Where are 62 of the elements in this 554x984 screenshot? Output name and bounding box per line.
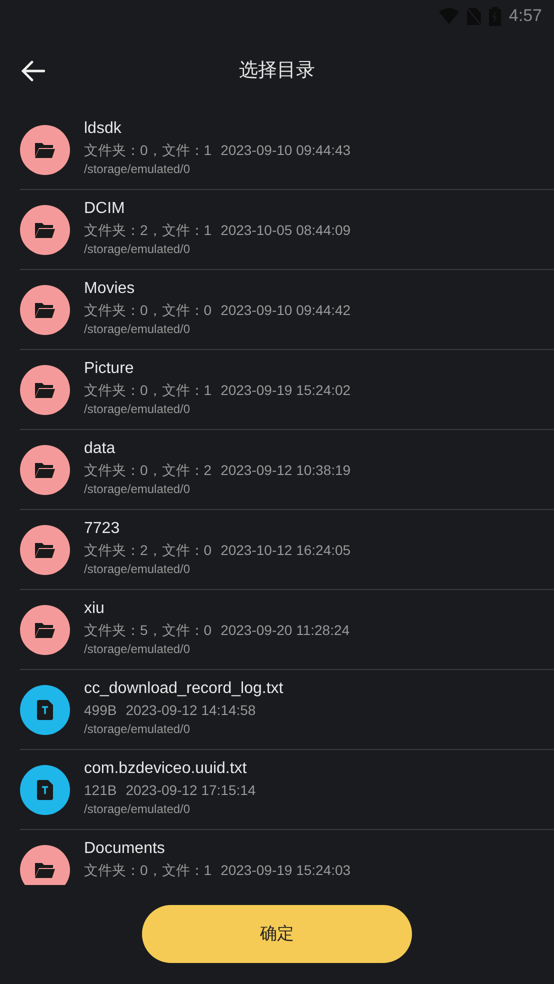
- item-info: 499B: [84, 701, 117, 720]
- item-info: 文件夹：0，文件：1: [84, 141, 212, 160]
- item-info: 121B: [84, 781, 117, 800]
- directory-item[interactable]: Documents 文件夹：0，文件：1 2023-09-19 15:24:03: [0, 830, 554, 885]
- directory-item[interactable]: Movies 文件夹：0，文件：0 2023-09-10 09:44:42 /storage/emulated/0: [0, 270, 554, 350]
- item-info: 文件夹：0，文件：1: [84, 381, 212, 400]
- directory-item[interactable]: Picture 文件夹：0，文件：1 2023-09-19 15:24:02 /storage/emulated/0: [0, 350, 554, 430]
- item-date: 2023-09-19 15:24:02: [220, 381, 351, 400]
- item-name: cc_download_record_log.txt: [84, 679, 284, 699]
- item-date: 2023-09-12 10:38:19: [220, 461, 351, 480]
- page-title: 选择目录: [239, 58, 315, 83]
- folder-icon: [20, 285, 70, 335]
- folder-icon: [20, 845, 70, 885]
- item-path: /storage/emulated/0: [84, 561, 192, 577]
- item-name: data: [84, 439, 116, 459]
- item-info: 文件夹：2，文件：0: [84, 541, 212, 560]
- directory-item[interactable]: com.bzdeviceo.uuid.txt 121B 2023-09-12 17:15:14 /storage/emulated/0: [0, 750, 554, 830]
- confirm-button[interactable]: 确定: [142, 905, 412, 963]
- item-name: Movies: [84, 279, 136, 299]
- status-time: 4:57: [508, 5, 542, 28]
- item-name: 7723: [84, 519, 121, 539]
- text-file-icon: [20, 765, 70, 815]
- item-path: /storage/emulated/0: [84, 161, 192, 177]
- item-path: /storage/emulated/0: [84, 481, 192, 497]
- directory-item[interactable]: xiu 文件夹：5，文件：0 2023-09-20 11:28:24 /storage/emulated/0: [0, 590, 554, 670]
- item-date: 2023-09-19 15:24:03: [220, 861, 351, 880]
- text-file-icon: [20, 685, 70, 735]
- item-name: xiu: [84, 599, 106, 619]
- item-name: Picture: [84, 359, 135, 379]
- item-path: /storage/emulated/0: [84, 321, 192, 337]
- item-path: /storage/emulated/0: [84, 641, 192, 657]
- item-info: 文件夹：2，文件：1: [84, 221, 212, 240]
- item-path: /storage/emulated/0: [84, 721, 192, 737]
- item-name: ldsdk: [84, 119, 122, 139]
- item-date: 2023-10-05 08:44:09: [220, 221, 351, 240]
- folder-icon: [20, 205, 70, 255]
- item-date: 2023-09-10 09:44:43: [220, 141, 351, 160]
- item-date: 2023-09-20 11:28:24: [220, 621, 350, 640]
- item-name: com.bzdeviceo.uuid.txt: [84, 759, 248, 779]
- item-info: 文件夹：0，文件：2: [84, 461, 212, 480]
- item-name: DCIM: [84, 199, 126, 219]
- folder-icon: [20, 445, 70, 495]
- folder-icon: [20, 605, 70, 655]
- item-name: Documents: [84, 839, 166, 859]
- item-date: 2023-09-12 17:15:14: [126, 781, 256, 800]
- item-date: 2023-10-12 16:24:05: [220, 541, 351, 560]
- folder-icon: [20, 125, 70, 175]
- folder-icon: [20, 365, 70, 415]
- directory-item[interactable]: data 文件夹：0，文件：2 2023-09-12 10:38:19 /storage/emulated/0: [0, 430, 554, 510]
- directory-item[interactable]: DCIM 文件夹：2，文件：1 2023-10-05 08:44:09 /storage/emulated/0: [0, 190, 554, 270]
- directory-item[interactable]: 7723 文件夹：2，文件：0 2023-10-12 16:24:05 /storage/emulated/0: [0, 510, 554, 590]
- directory-item[interactable]: cc_download_record_log.txt 499B 2023-09-12 14:14:58 /storage/emulated/0: [0, 670, 554, 750]
- item-info: 文件夹：0，文件：0: [84, 301, 212, 320]
- item-path: /storage/emulated/0: [84, 801, 192, 817]
- item-info: 文件夹：5，文件：0: [84, 621, 212, 640]
- item-path: /storage/emulated/0: [84, 241, 192, 257]
- folder-icon: [20, 525, 70, 575]
- item-info: 文件夹：0，文件：1: [84, 861, 212, 880]
- item-date: 2023-09-12 14:14:58: [126, 701, 256, 720]
- directory-item[interactable]: ldsdk 文件夹：0，文件：1 2023-09-10 09:44:43 /storage/emulated/0: [0, 110, 554, 190]
- item-date: 2023-09-10 09:44:42: [220, 301, 351, 320]
- item-path: /storage/emulated/0: [84, 401, 192, 417]
